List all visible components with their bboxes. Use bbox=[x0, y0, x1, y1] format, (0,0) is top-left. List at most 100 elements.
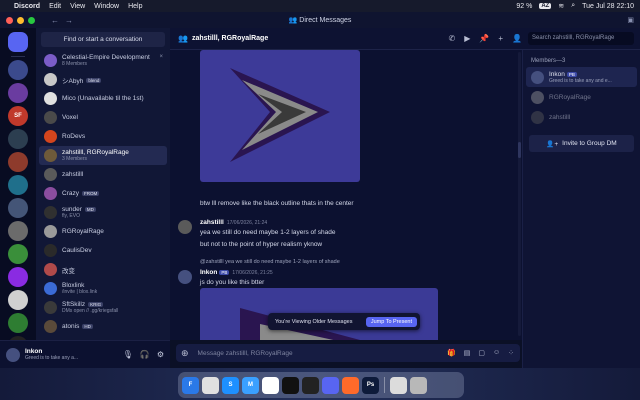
dock-app-icon[interactable] bbox=[322, 376, 339, 394]
dm-list-item[interactable]: atonis HD bbox=[39, 317, 167, 336]
server-icon[interactable]: SF bbox=[8, 106, 28, 126]
dock-app-icon[interactable]: M bbox=[242, 376, 259, 394]
server-icon[interactable] bbox=[8, 60, 28, 80]
gift-icon[interactable]: 🎁 bbox=[447, 349, 456, 357]
member-name-text: Inkon bbox=[549, 70, 565, 78]
search-icon[interactable]: ⌕ bbox=[571, 2, 575, 10]
dm-list-item[interactable]: Voxel bbox=[39, 108, 167, 127]
member-list-icon[interactable]: 👤 bbox=[512, 34, 522, 43]
video-call-icon[interactable]: ▶ bbox=[464, 34, 470, 43]
apps-icon[interactable]: ⁘ bbox=[508, 349, 514, 357]
server-icon[interactable] bbox=[8, 244, 28, 264]
forward-arrow-icon[interactable]: → bbox=[65, 16, 73, 25]
server-icon[interactable] bbox=[8, 175, 28, 195]
menu-window[interactable]: Window bbox=[94, 3, 119, 10]
dm-list-item[interactable]: Celestial-Empire Development 8 Members × bbox=[39, 51, 167, 70]
menu-help[interactable]: Help bbox=[128, 3, 142, 10]
message-avatar[interactable] bbox=[178, 220, 192, 234]
add-friends-icon[interactable]: + bbox=[498, 34, 503, 43]
member-item[interactable]: zahstilll bbox=[523, 107, 640, 127]
member-item[interactable]: RGRoyalRage bbox=[523, 87, 640, 107]
menu-edit[interactable]: Edit bbox=[49, 3, 61, 10]
dm-list-item[interactable]: CaulisDev bbox=[39, 241, 167, 260]
dm-list-item[interactable]: zahstilll, RGRoyalRage 3 Members bbox=[39, 146, 167, 165]
message-author[interactable]: zahstilll bbox=[200, 219, 224, 226]
dm-text: CaulisDev bbox=[62, 247, 92, 254]
server-icon[interactable] bbox=[8, 198, 28, 218]
headphones-icon[interactable]: 🎧 bbox=[140, 350, 150, 359]
dm-name-text: Crazy bbox=[62, 190, 79, 197]
dm-list-item[interactable]: RGRoyalRage bbox=[39, 222, 167, 241]
chat-scrollbar[interactable] bbox=[518, 52, 521, 336]
server-icon[interactable] bbox=[8, 221, 28, 241]
dock-app-icon[interactable] bbox=[342, 376, 359, 394]
member-item[interactable]: Inkon PB Greed is to take any and e... bbox=[526, 67, 637, 87]
dock-app-icon[interactable]: S bbox=[222, 376, 239, 394]
inbox-icon[interactable]: ▣ bbox=[627, 16, 634, 24]
dm-avatar bbox=[44, 206, 57, 219]
dock-app-icon[interactable] bbox=[390, 376, 407, 394]
dock-app-icon[interactable] bbox=[282, 376, 299, 394]
voice-call-icon[interactable]: ✆ bbox=[449, 34, 456, 43]
gif-icon[interactable]: ▤ bbox=[464, 349, 471, 357]
discord-home-icon[interactable] bbox=[8, 32, 28, 52]
dock-app-icon[interactable] bbox=[202, 376, 219, 394]
microphone-icon[interactable]: 🎙 bbox=[123, 350, 133, 359]
message-avatar[interactable] bbox=[178, 270, 192, 284]
server-icon[interactable] bbox=[8, 152, 28, 172]
dock-app-icon[interactable] bbox=[410, 376, 427, 394]
emoji-icon[interactable]: ☺ bbox=[493, 349, 500, 357]
server-icon[interactable] bbox=[8, 313, 28, 333]
zoom-window-button[interactable] bbox=[28, 16, 35, 24]
dock-app-icon[interactable]: Ps bbox=[362, 376, 379, 394]
menu-view[interactable]: View bbox=[70, 3, 85, 10]
clock-text[interactable]: Tue Jul 28 22:10 bbox=[582, 3, 634, 10]
dm-avatar bbox=[44, 320, 57, 333]
menu-app[interactable]: Discord bbox=[14, 3, 40, 10]
server-icon[interactable] bbox=[8, 267, 28, 287]
server-icon[interactable] bbox=[8, 83, 28, 103]
invite-to-group-button[interactable]: 👤+ Invite to Group DM bbox=[529, 135, 634, 152]
reply-preview[interactable]: @zahstilll yea we still do need maybe 1-… bbox=[200, 259, 340, 265]
add-attachment-icon[interactable]: ⊕ bbox=[181, 348, 189, 359]
message-text: js do you like this btter bbox=[200, 279, 265, 286]
chat-scrollbar-thumb[interactable] bbox=[518, 142, 521, 158]
dm-avatar bbox=[44, 225, 57, 238]
member-list-panel: Members—3 Inkon PB Greed is to take any an… bbox=[522, 50, 640, 368]
attachment-image-top[interactable] bbox=[200, 50, 360, 182]
dm-list-item[interactable]: Crazy FROM bbox=[39, 184, 167, 203]
server-icon[interactable] bbox=[8, 129, 28, 149]
member-name: Inkon PB bbox=[549, 71, 612, 78]
wifi-icon[interactable]: ≋ bbox=[558, 2, 564, 10]
dm-list-item[interactable]: sunder MD fly, EVO bbox=[39, 203, 167, 222]
dock-app-icon[interactable]: F bbox=[182, 376, 199, 394]
dm-list-item[interactable]: 改变 bbox=[39, 260, 167, 279]
message-text: but not to the point of hyper realism yk… bbox=[200, 241, 323, 248]
dm-list-item[interactable]: Bloxlink/invite | blox.link bbox=[39, 279, 167, 298]
message-author[interactable]: Inkon bbox=[200, 269, 217, 276]
find-conversation-button[interactable]: Find or start a conversation bbox=[41, 32, 165, 47]
dm-list-item[interactable]: RoDevs bbox=[39, 127, 167, 146]
input-source-badge[interactable]: AZ bbox=[539, 3, 552, 9]
user-avatar[interactable] bbox=[6, 347, 20, 362]
dm-name-text: SftSkillz bbox=[62, 301, 86, 308]
message-input[interactable]: Message zahstilll, RGRoyalRage bbox=[198, 350, 293, 357]
chat-search-input[interactable]: Search zahstilll, RGRoyalRage bbox=[528, 32, 634, 45]
close-dm-icon[interactable]: × bbox=[159, 54, 163, 60]
minimize-window-button[interactable] bbox=[17, 16, 24, 24]
chat-title[interactable]: zahstilll, RGRoyalRage bbox=[192, 35, 268, 42]
settings-gear-icon[interactable]: ⚙ bbox=[157, 350, 164, 359]
jump-to-present-button[interactable]: Jump To Present bbox=[365, 316, 417, 327]
pinned-messages-icon[interactable]: 📌 bbox=[479, 34, 489, 43]
dm-list-item[interactable]: SftSkillz KRIG DMs open // .gg/kriegsfall bbox=[39, 298, 167, 317]
dock-app-icon[interactable] bbox=[302, 376, 319, 394]
dock-app-icon[interactable] bbox=[262, 376, 279, 394]
dm-list-item[interactable]: シAbyh blend bbox=[39, 70, 167, 89]
dm-list-item[interactable]: zahstilll bbox=[39, 165, 167, 184]
server-icon[interactable] bbox=[8, 290, 28, 310]
close-window-button[interactable] bbox=[6, 16, 13, 24]
message-timestamp: 17/06/2026, 21:25 bbox=[232, 270, 273, 276]
back-arrow-icon[interactable]: ← bbox=[51, 16, 59, 25]
dm-list-item[interactable]: Mico (Unavailable til the 1st) bbox=[39, 89, 167, 108]
sticker-icon[interactable]: ▢ bbox=[478, 349, 485, 357]
